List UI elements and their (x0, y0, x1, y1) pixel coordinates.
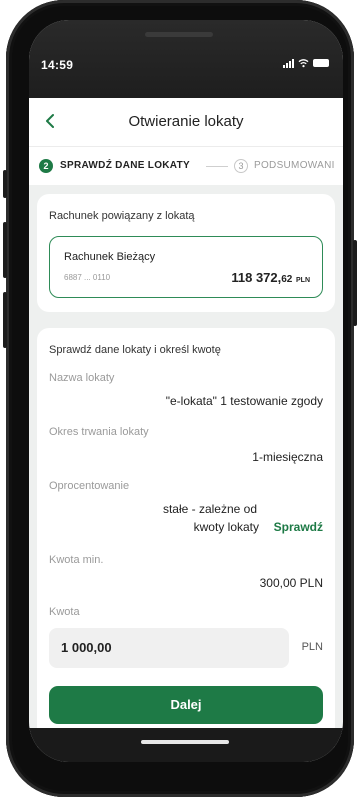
min-amount-label: Kwota min. (49, 554, 104, 566)
account-balance: 118 372,62 PLN (231, 270, 310, 285)
speaker-grille (145, 32, 213, 37)
balance-decimal: 62 (281, 274, 293, 285)
mute-switch (3, 170, 7, 198)
amount-label: Kwota (49, 606, 80, 618)
clock: 14:59 (41, 58, 74, 72)
deposit-details-card: Sprawdź dane lokaty i określ kwotę Nazwa… (37, 328, 335, 748)
linked-account-card: Rachunek powiązany z lokatą Rachunek Bie… (37, 194, 335, 312)
deposit-period-value: 1-miesięczna (252, 450, 323, 464)
deposit-name-value: "e-lokata" 1 testowanie zgody (165, 394, 323, 408)
amount-input[interactable]: 1 000,00 (49, 628, 289, 668)
account-name: Rachunek Bieżący (64, 251, 156, 263)
phone-frame: 14:59 Otwieranie lokaty 2 SPRAWDŹ DANE L… (3, 0, 357, 797)
signal-icon (283, 58, 294, 68)
home-indicator[interactable] (141, 740, 229, 744)
check-rate-link[interactable]: Sprawdź (274, 520, 323, 534)
battery-icon (313, 59, 329, 67)
account-selector[interactable]: Rachunek Bieżący 6887 ... 0110 118 372,6… (49, 236, 323, 298)
step-connector (206, 166, 228, 167)
status-bar: 14:59 (29, 20, 343, 98)
balance-integer: 118 372, (231, 270, 282, 285)
step-label-next: PODSUMOWANI (254, 160, 335, 171)
step-label-active: SPRAWDŹ DANE LOKATY (60, 160, 190, 171)
status-icons (283, 58, 329, 68)
amount-currency: PLN (301, 641, 323, 653)
interest-label: Oprocentowanie (49, 480, 130, 492)
volume-down-button (3, 292, 7, 348)
deposit-heading: Sprawdź dane lokaty i określ kwotę (49, 344, 221, 356)
volume-up-button (3, 222, 7, 278)
amount-input-value: 1 000,00 (61, 640, 112, 655)
screen: 14:59 Otwieranie lokaty 2 SPRAWDŹ DANE L… (29, 20, 343, 762)
wifi-icon (298, 59, 309, 68)
page-title: Otwieranie lokaty (128, 113, 244, 130)
deposit-name-label: Nazwa lokaty (49, 372, 115, 384)
next-button[interactable]: Dalej (49, 686, 323, 724)
account-number: 6887 ... 0110 (64, 273, 111, 282)
interest-value-line2: kwoty lokaty (193, 520, 259, 534)
power-button (353, 240, 357, 326)
interest-value-line1: stałe - zależne od (162, 502, 257, 516)
progress-steps: 2 SPRAWDŹ DANE LOKATY 3 PODSUMOWANI (29, 146, 343, 185)
step-number-next: 3 (234, 159, 248, 173)
app-header: Otwieranie lokaty (29, 98, 343, 146)
deposit-period-label: Okres trwania lokaty (49, 426, 149, 438)
linked-account-title: Rachunek powiązany z lokatą (49, 210, 195, 222)
step-number-active: 2 (39, 159, 53, 173)
balance-currency: PLN (296, 277, 310, 284)
bottom-bar (29, 728, 343, 762)
min-amount-value: 300,00 PLN (259, 576, 323, 590)
